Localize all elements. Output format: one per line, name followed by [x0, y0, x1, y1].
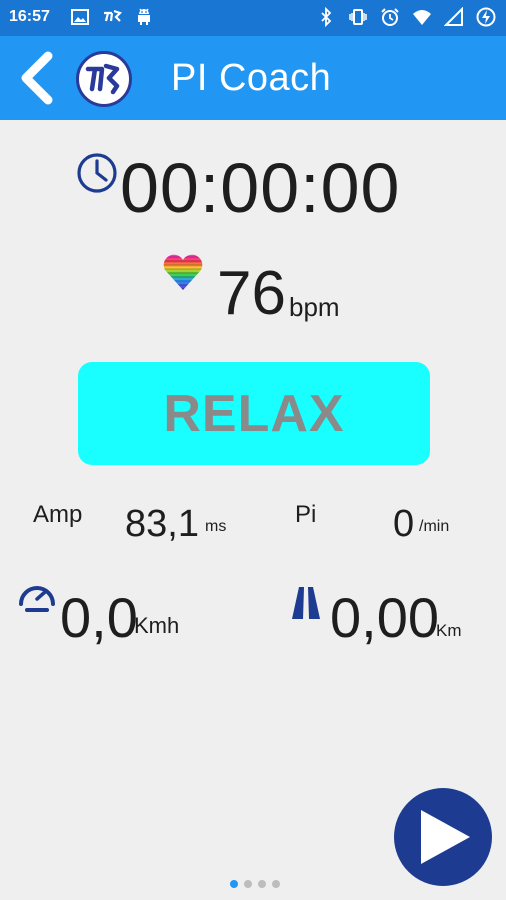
play-icon [421, 810, 470, 864]
wifi-icon [413, 10, 431, 25]
page-dot [272, 880, 280, 888]
runner-logo-icon [85, 63, 120, 95]
elapsed-timer: 00:00:00 [120, 149, 401, 227]
rainbow-heart-icon [163, 254, 203, 290]
pi-unit: /min [419, 518, 450, 535]
image-icon [71, 9, 89, 25]
bluetooth-icon [321, 7, 332, 27]
back-arrow-icon[interactable] [14, 50, 58, 106]
page-dot [244, 880, 252, 888]
speed-value: 0,0 [60, 586, 138, 649]
signal-icon [444, 7, 463, 26]
status-bar: 16:57 [0, 0, 506, 36]
system-icons [316, 7, 496, 27]
app-logo [76, 51, 132, 107]
speedometer-icon [19, 586, 55, 612]
vibrate-icon [349, 9, 367, 25]
clock-icon [77, 153, 117, 193]
notification-icons [70, 7, 154, 27]
alarm-icon [381, 8, 399, 26]
pi-value: 0 [393, 503, 415, 545]
relax-button[interactable]: RELAX [78, 362, 430, 465]
app-title: PI Coach [171, 57, 332, 99]
running-app-icon [104, 9, 122, 22]
status-time: 16:57 [9, 8, 50, 25]
heart-rate-unit: bpm [289, 292, 340, 322]
distance-unit: Km [436, 621, 462, 640]
speed-unit: Kmh [134, 613, 180, 638]
page-indicator [230, 880, 280, 888]
road-icon [292, 587, 320, 619]
play-button[interactable] [394, 788, 492, 886]
heart-rate-value: 76 [217, 259, 286, 328]
amp-unit: ms [205, 518, 227, 535]
page-dot [258, 880, 266, 888]
distance-value: 0,00 [330, 586, 439, 649]
android-icon [138, 8, 150, 25]
amp-label: Amp [33, 501, 83, 528]
pi-label: Pi [295, 501, 317, 528]
amp-value: 83,1 [125, 503, 199, 545]
battery-charging-icon [476, 7, 496, 27]
page-dot [230, 880, 238, 888]
app-bar: PI Coach [0, 36, 506, 120]
